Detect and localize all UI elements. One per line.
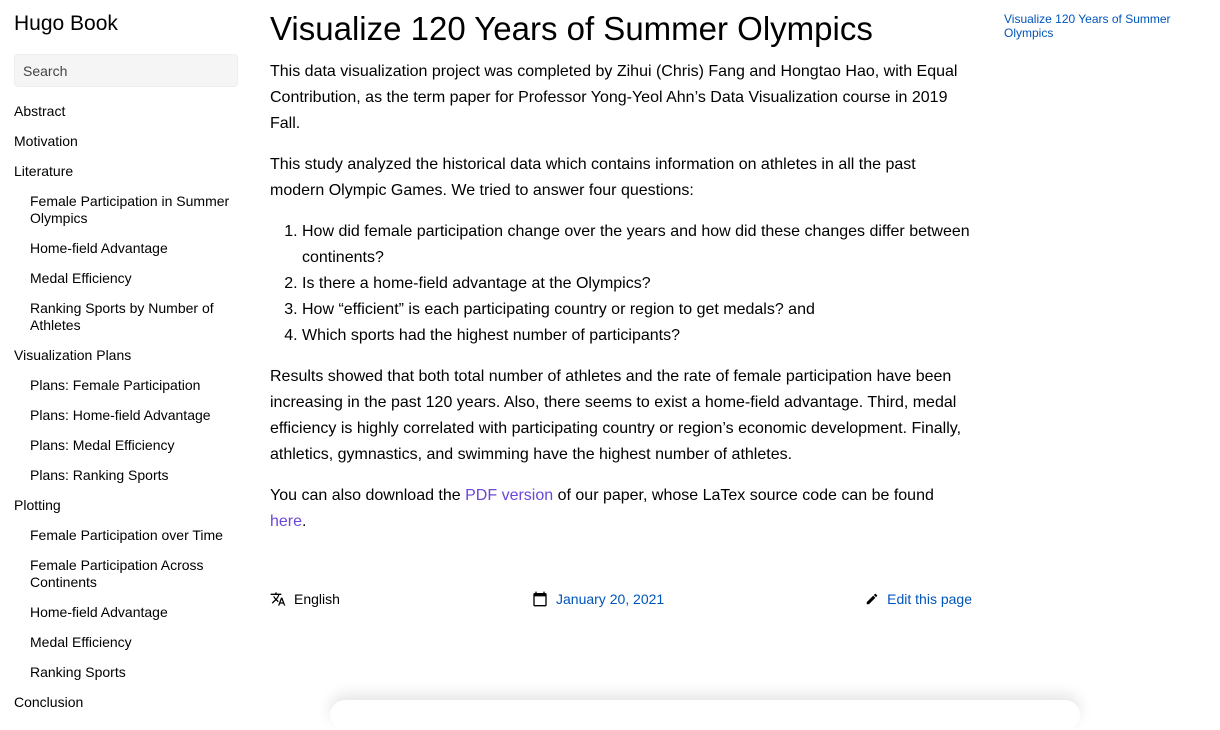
sidebar-subitem[interactable]: Plans: Ranking Sports	[30, 465, 238, 495]
bottom-overlay-shadow	[330, 700, 1080, 730]
calendar-icon	[532, 591, 548, 607]
list-item: Which sports had the highest number of p…	[302, 323, 972, 349]
pdf-version-link[interactable]: PDF version	[465, 487, 553, 504]
sidebar-subitem[interactable]: Plans: Female Participation	[30, 375, 238, 405]
sidebar-subitem-label[interactable]: Home-field Advantage	[30, 602, 238, 632]
sidebar-subitem[interactable]: Medal Efficiency	[30, 632, 238, 662]
list-item: How “efficient” is each participating co…	[302, 297, 972, 323]
sidebar-item-visualization-plans[interactable]: Visualization Plans Plans: Female Partic…	[14, 345, 238, 495]
sidebar-subitem-label[interactable]: Female Participation over Time	[30, 525, 238, 555]
sidebar-item-conclusion[interactable]: Conclusion	[14, 692, 238, 712]
sidebar-item-label[interactable]: Visualization Plans	[14, 345, 238, 375]
paragraph-study: This study analyzed the historical data …	[270, 156, 916, 199]
list-item: How did female participation change over…	[302, 219, 972, 271]
sidebar-nav: Abstract Motivation Literature Female Pa…	[14, 101, 238, 712]
paragraph-download: You can also download the PDF version of…	[270, 483, 972, 535]
sidebar-subitem[interactable]: Medal Efficiency	[30, 268, 238, 298]
sidebar-subitem-label[interactable]: Ranking Sports by Number of Athletes	[30, 298, 238, 345]
date-label[interactable]: January 20, 2021	[556, 588, 664, 610]
list-item: Is there a home-field advantage at the O…	[302, 271, 972, 297]
edit-label[interactable]: Edit this page	[887, 588, 972, 610]
sidebar-subitem-label[interactable]: Ranking Sports	[30, 662, 238, 692]
sidebar-item-literature[interactable]: Literature Female Participation in Summe…	[14, 161, 238, 345]
sidebar-subitem-label[interactable]: Plans: Ranking Sports	[30, 465, 238, 495]
sidebar-item-label[interactable]: Motivation	[14, 131, 238, 161]
sidebar-subitem[interactable]: Female Participation Across Continents	[30, 555, 238, 602]
last-modified-date[interactable]: January 20, 2021	[532, 588, 664, 610]
paragraph-intro: This data visualization project was comp…	[270, 63, 958, 132]
sidebar-item-abstract[interactable]: Abstract	[14, 101, 238, 131]
sidebar-subitem-label[interactable]: Female Participation in Summer Olympics	[30, 191, 238, 238]
sidebar-subitem-label[interactable]: Home-field Advantage	[30, 238, 238, 268]
brand-title[interactable]: Hugo Book	[14, 10, 118, 38]
sidebar: Hugo Book Abstract Motivation Literature…	[14, 0, 238, 712]
sidebar-subitem[interactable]: Home-field Advantage	[30, 238, 238, 268]
sidebar-subnav-plans: Plans: Female Participation Plans: Home-…	[14, 375, 238, 495]
sidebar-subitem[interactable]: Home-field Advantage	[30, 602, 238, 632]
sidebar-subitem-label[interactable]: Medal Efficiency	[30, 268, 238, 298]
page-title: Visualize 120 Years of Summer Olympics	[270, 10, 873, 47]
sidebar-subitem-label[interactable]: Medal Efficiency	[30, 632, 238, 662]
edit-page-link[interactable]: Edit this page	[865, 588, 972, 610]
sidebar-subnav-plotting: Female Participation over Time Female Pa…	[14, 525, 238, 692]
download-text-middle: of our paper, whose LaTex source code ca…	[553, 487, 934, 504]
translate-icon	[270, 591, 286, 607]
language-label[interactable]: English	[294, 588, 340, 610]
sidebar-item-plotting[interactable]: Plotting Female Participation over Time …	[14, 495, 238, 692]
download-text-prefix: You can also download the	[270, 487, 466, 504]
sidebar-subitem[interactable]: Plans: Medal Efficiency	[30, 435, 238, 465]
paragraph-results: Results showed that both total number of…	[270, 368, 962, 463]
sidebar-item-label[interactable]: Conclusion	[14, 692, 238, 712]
questions-list: How did female participation change over…	[270, 219, 972, 349]
sidebar-subitem[interactable]: Plans: Home-field Advantage	[30, 405, 238, 435]
sidebar-subnav-literature: Female Participation in Summer Olympics …	[14, 191, 238, 345]
toc-item[interactable]: Visualize 120 Years of Summer Olympics	[1004, 12, 1171, 40]
sidebar-subitem[interactable]: Female Participation over Time	[30, 525, 238, 555]
sidebar-subitem-label[interactable]: Plans: Female Participation	[30, 375, 238, 405]
sidebar-item-label[interactable]: Plotting	[14, 495, 238, 525]
pencil-icon	[865, 592, 879, 606]
sidebar-subitem[interactable]: Female Participation in Summer Olympics	[30, 191, 238, 238]
sidebar-subitem-label[interactable]: Female Participation Across Continents	[30, 555, 238, 602]
source-code-link[interactable]: here	[270, 513, 302, 530]
sidebar-item-label[interactable]: Literature	[14, 161, 238, 191]
sidebar-subitem-label[interactable]: Plans: Home-field Advantage	[30, 405, 238, 435]
page-footer: English January 20, 2021 Edit this page	[270, 588, 972, 610]
sidebar-item-motivation[interactable]: Motivation	[14, 131, 238, 161]
language-selector[interactable]: English	[270, 588, 340, 610]
sidebar-subitem[interactable]: Ranking Sports by Number of Athletes	[30, 298, 238, 345]
article-body: This data visualization project was comp…	[270, 59, 972, 550]
table-of-contents: Visualize 120 Years of Summer Olympics	[1004, 12, 1204, 40]
sidebar-subitem[interactable]: Ranking Sports	[30, 662, 238, 692]
sidebar-item-label[interactable]: Abstract	[14, 101, 238, 131]
download-text-suffix: .	[302, 513, 307, 530]
sidebar-subitem-label[interactable]: Plans: Medal Efficiency	[30, 435, 238, 465]
search-input[interactable]	[14, 54, 238, 87]
